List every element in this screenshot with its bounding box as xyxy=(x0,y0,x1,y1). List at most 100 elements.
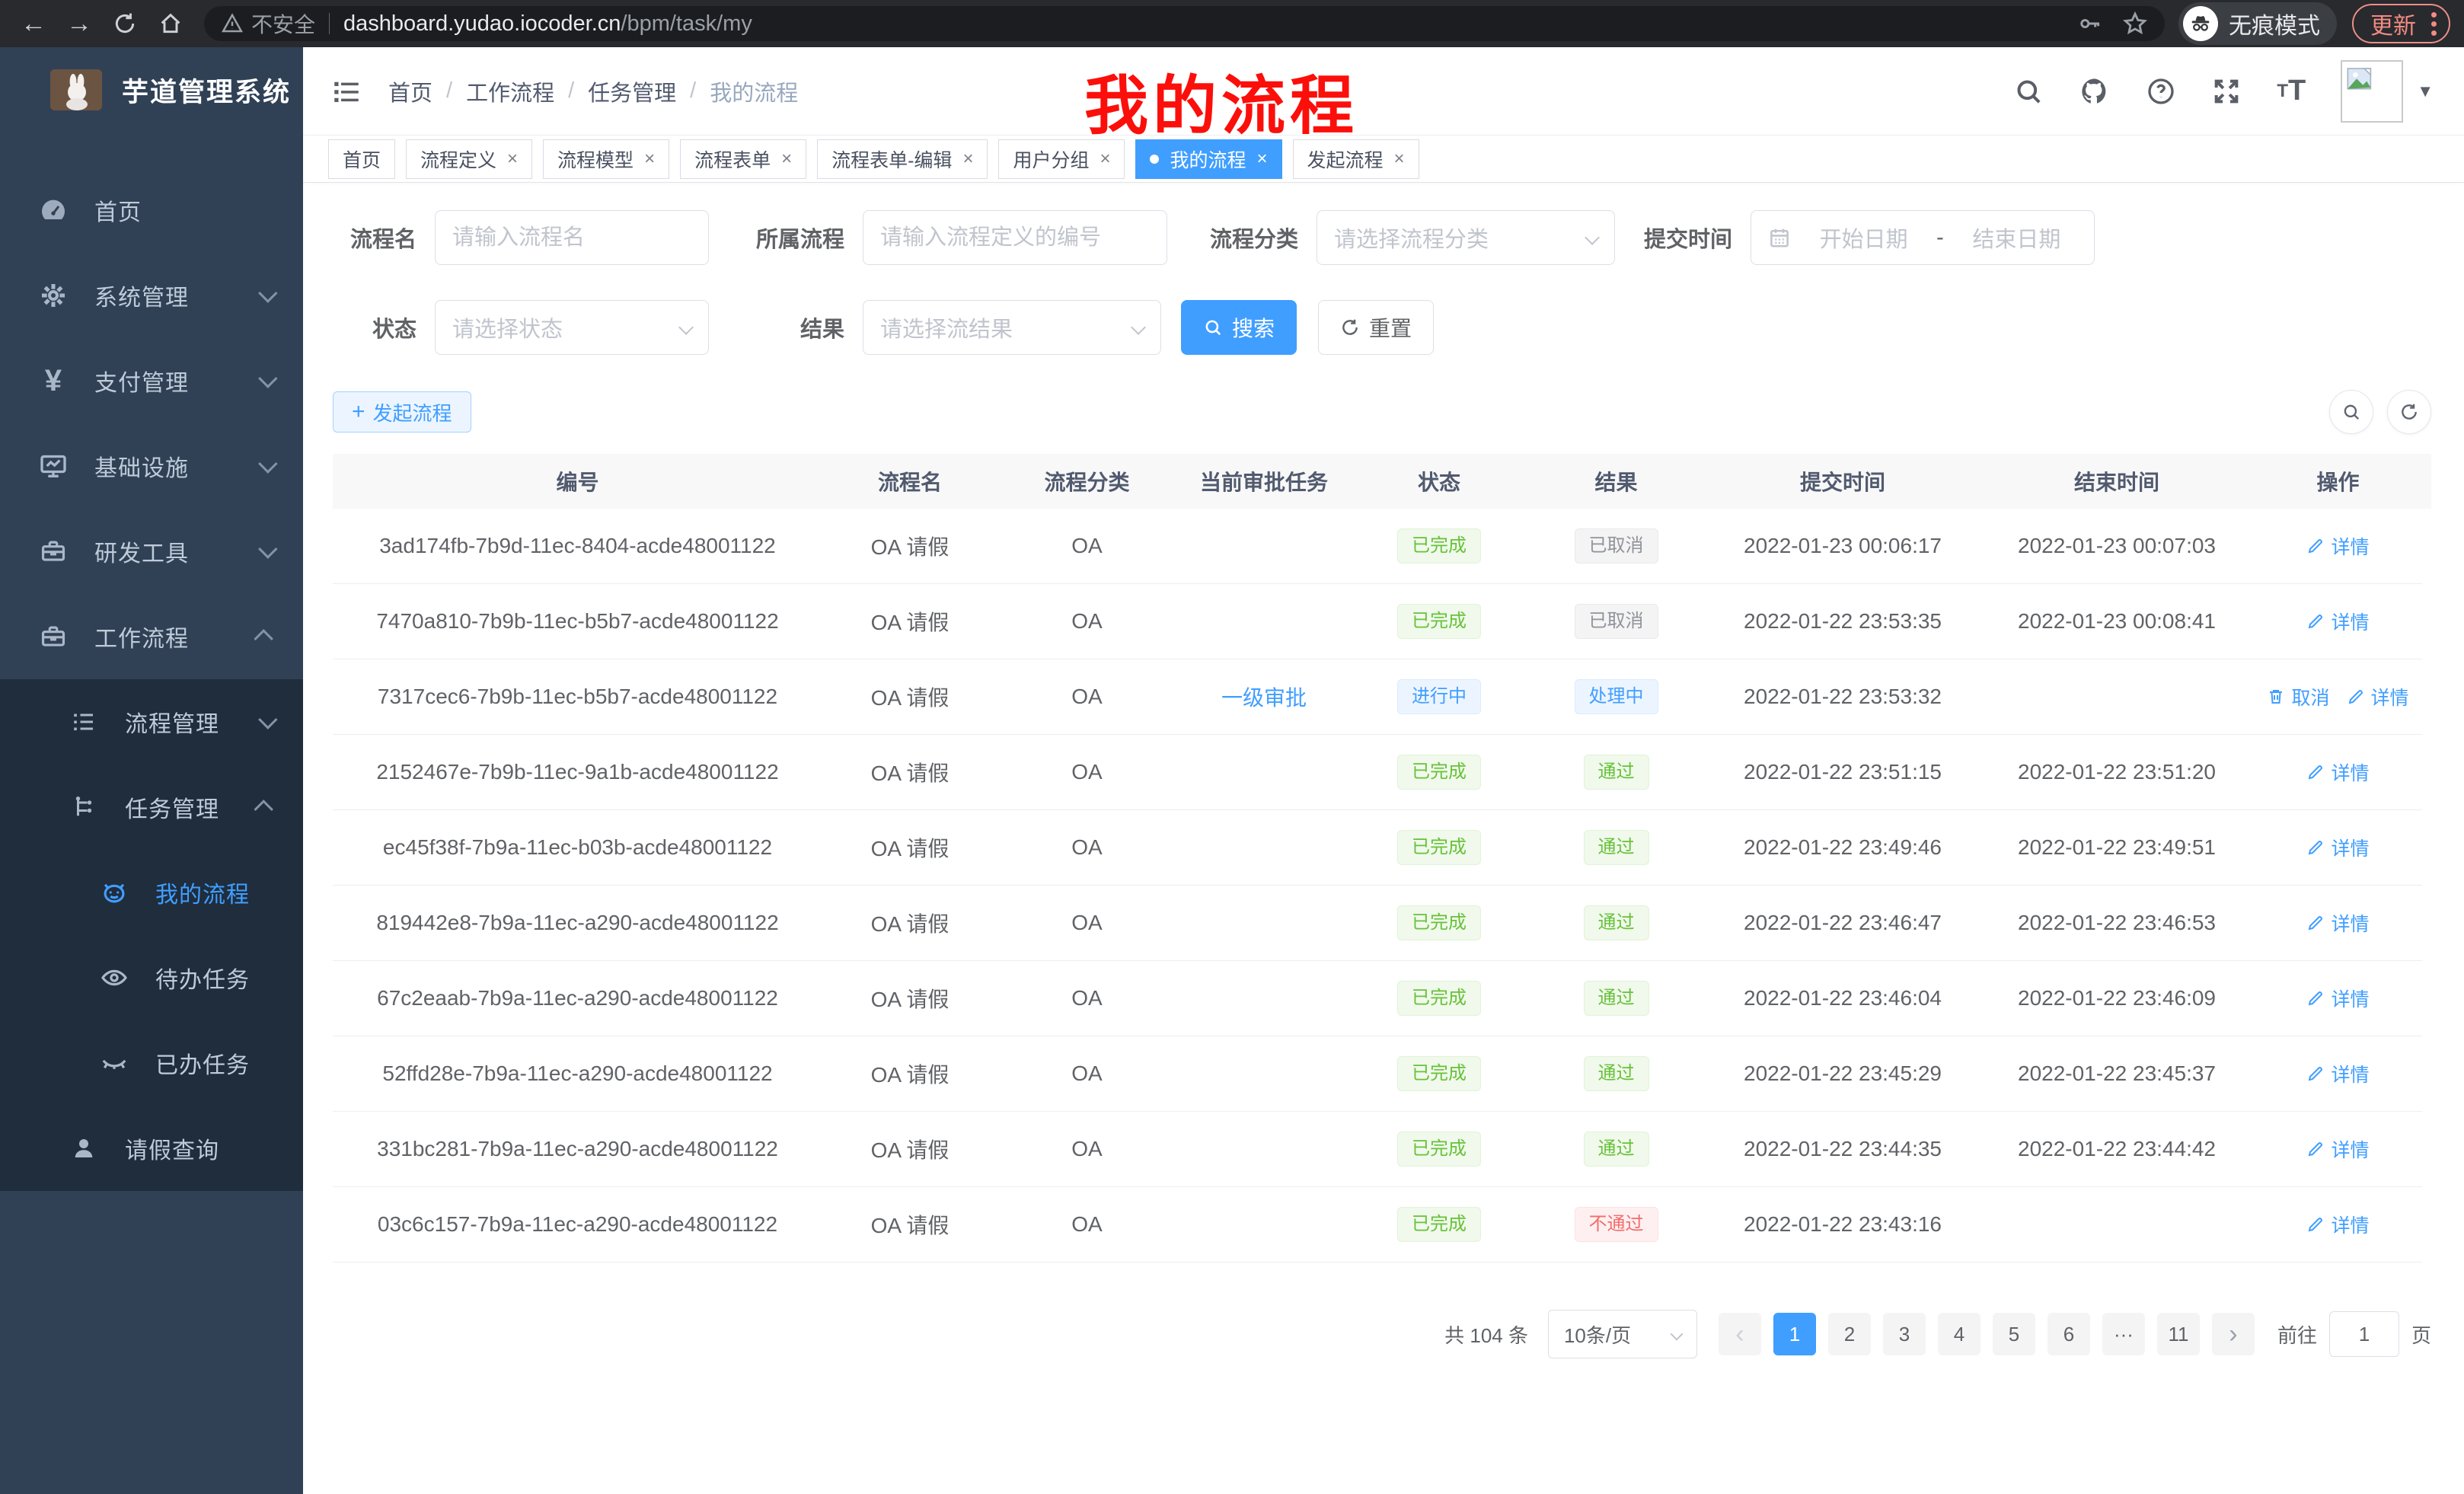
page-button-11[interactable]: 11 xyxy=(2157,1313,2200,1355)
app-title: 芋道管理系统 xyxy=(122,71,291,110)
create-process-button[interactable]: + 发起流程 xyxy=(333,391,471,433)
url-bar[interactable]: 不安全 dashboard.yudao.iocoder.cn/bpm/task/… xyxy=(204,6,2165,41)
tab-home[interactable]: 首页 xyxy=(328,139,395,179)
page-button-4[interactable]: 4 xyxy=(1938,1313,1980,1355)
table-row: 2152467e-7b9b-11ec-9a1b-acde48001122OA 请… xyxy=(333,735,2431,810)
tab-process-form-edit[interactable]: 流程表单-编辑× xyxy=(817,139,988,179)
tab-start-process[interactable]: 发起流程× xyxy=(1293,139,1419,179)
show-search-icon[interactable] xyxy=(2329,390,2373,434)
tab-my-process[interactable]: 我的流程× xyxy=(1135,139,1281,179)
refresh-table-icon[interactable] xyxy=(2387,390,2431,434)
cell-result: 通过 xyxy=(1527,961,1706,1036)
close-icon[interactable]: × xyxy=(1394,150,1405,168)
sidebar-item-workflow[interactable]: 工作流程 xyxy=(0,594,303,679)
action-detail-link[interactable]: 详情 xyxy=(2306,909,2369,937)
chevron-down-icon xyxy=(258,539,277,558)
status-select[interactable]: 请选择状态 xyxy=(435,300,709,355)
category-select[interactable]: 请选择流程分类 xyxy=(1317,210,1615,265)
chevron-down-icon xyxy=(258,369,277,388)
github-icon[interactable] xyxy=(2079,75,2111,107)
sidebar-item-todo-tasks[interactable]: 待办任务 xyxy=(0,935,303,1020)
tab-process-definition[interactable]: 流程定义× xyxy=(406,139,532,179)
cell-category: OA xyxy=(997,961,1176,1036)
close-icon[interactable]: × xyxy=(781,150,792,168)
avatar[interactable] xyxy=(2341,60,2403,123)
action-detail-link[interactable]: 详情 xyxy=(2306,1211,2369,1238)
close-icon[interactable]: × xyxy=(644,150,655,168)
font-size-icon[interactable]: TT xyxy=(2277,75,2306,107)
sidebar-item-my-process[interactable]: 我的流程 xyxy=(0,850,303,935)
page-button-6[interactable]: 6 xyxy=(2047,1313,2090,1355)
tab-process-model[interactable]: 流程模型× xyxy=(543,139,669,179)
action-detail-link[interactable]: 详情 xyxy=(2306,834,2369,861)
action-detail-link[interactable]: 详情 xyxy=(2306,758,2369,786)
help-icon[interactable] xyxy=(2146,76,2176,107)
chevron-down-icon xyxy=(258,710,277,729)
logo-image xyxy=(50,69,102,110)
page-button-2[interactable]: 2 xyxy=(1828,1313,1871,1355)
next-page-button[interactable]: › xyxy=(2212,1313,2255,1355)
sidebar-item-task-mgmt[interactable]: 任务管理 xyxy=(0,765,303,850)
sidebar-item-devtools[interactable]: 研发工具 xyxy=(0,509,303,594)
close-icon[interactable]: × xyxy=(962,150,973,168)
sidebar-item-process-mgmt[interactable]: 流程管理 xyxy=(0,679,303,765)
breadcrumb-workflow[interactable]: 工作流程 xyxy=(466,75,554,107)
reset-button[interactable]: 重置 xyxy=(1318,300,1434,355)
close-icon[interactable]: × xyxy=(507,150,518,168)
close-icon[interactable]: × xyxy=(1100,150,1110,168)
edit-icon xyxy=(2306,537,2325,555)
sidebar-item-home[interactable]: 首页 xyxy=(0,168,303,253)
action-detail-link[interactable]: 详情 xyxy=(2347,683,2409,710)
back-icon[interactable]: ← xyxy=(14,5,53,42)
action-detail-link[interactable]: 详情 xyxy=(2306,532,2369,560)
sidebar-item-payment[interactable]: ¥ 支付管理 xyxy=(0,338,303,423)
user-menu[interactable]: ▼ xyxy=(2341,60,2434,123)
cell-result: 通过 xyxy=(1527,735,1706,810)
sidebar-item-infra[interactable]: 基础设施 xyxy=(0,423,303,509)
action-cancel-link[interactable]: 取消 xyxy=(2267,683,2329,710)
chevron-down-icon xyxy=(1585,230,1600,245)
current-task-link[interactable]: 一级审批 xyxy=(1221,682,1307,712)
page-button-3[interactable]: 3 xyxy=(1883,1313,1926,1355)
update-button[interactable]: 更新 xyxy=(2352,4,2450,43)
cell-id: 7317cec6-7b9b-11ec-b5b7-acde48001122 xyxy=(333,659,822,735)
search-button[interactable]: 搜索 xyxy=(1181,300,1297,355)
tab-user-group[interactable]: 用户分组× xyxy=(998,139,1125,179)
home-icon[interactable] xyxy=(151,5,190,42)
result-tag: 不通过 xyxy=(1575,1207,1658,1242)
page-button-5[interactable]: 5 xyxy=(1993,1313,2035,1355)
reload-icon[interactable] xyxy=(105,5,145,42)
breadcrumb-task-mgmt[interactable]: 任务管理 xyxy=(588,75,676,107)
sidebar-item-leave-query[interactable]: 请假查询 xyxy=(0,1106,303,1191)
action-detail-link[interactable]: 详情 xyxy=(2306,1060,2369,1087)
process-definition-input[interactable] xyxy=(863,210,1167,265)
tab-process-form[interactable]: 流程表单× xyxy=(680,139,806,179)
filter-result-label: 结果 xyxy=(745,311,844,343)
cell-current-task xyxy=(1176,1187,1352,1263)
page-button-1[interactable]: 1 xyxy=(1773,1313,1816,1355)
password-key-icon[interactable] xyxy=(2078,11,2102,36)
bookmark-star-icon[interactable] xyxy=(2122,11,2148,37)
page-size-select[interactable]: 10条/页 xyxy=(1548,1310,1697,1358)
forward-icon[interactable]: → xyxy=(59,5,99,42)
prev-page-button[interactable]: ‹ xyxy=(1719,1313,1761,1355)
browser-menu-icon[interactable] xyxy=(2431,12,2437,36)
goto-page-input[interactable] xyxy=(2329,1311,2399,1357)
result-select[interactable]: 请选择流结果 xyxy=(863,300,1161,355)
cell-category: OA xyxy=(997,584,1176,659)
breadcrumb-home[interactable]: 首页 xyxy=(388,75,432,107)
close-icon[interactable]: × xyxy=(1257,150,1268,168)
sidebar-item-system[interactable]: 系统管理 xyxy=(0,253,303,338)
table-row: 52ffd28e-7b9a-11ec-a290-acde48001122OA 请… xyxy=(333,1036,2431,1112)
sidebar-toggle-icon[interactable] xyxy=(330,75,362,107)
action-detail-link[interactable]: 详情 xyxy=(2306,985,2369,1012)
action-detail-link[interactable]: 详情 xyxy=(2306,1135,2369,1163)
fullscreen-icon[interactable] xyxy=(2211,76,2242,107)
search-icon[interactable] xyxy=(2013,76,2044,107)
process-name-input[interactable] xyxy=(435,210,709,265)
pager-ellipsis[interactable]: ··· xyxy=(2102,1313,2145,1355)
table-row: 3ad174fb-7b9d-11ec-8404-acde48001122OA 请… xyxy=(333,509,2431,584)
date-range-picker[interactable]: 开始日期 - 结束日期 xyxy=(1751,210,2095,265)
sidebar-item-done-tasks[interactable]: 已办任务 xyxy=(0,1020,303,1106)
action-detail-link[interactable]: 详情 xyxy=(2306,608,2369,635)
